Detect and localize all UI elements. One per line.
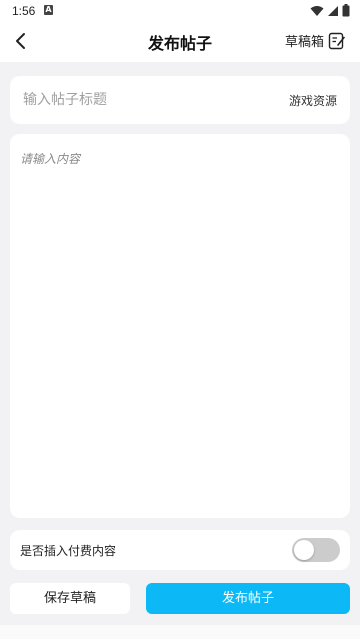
notification-icon: A [44, 5, 53, 15]
paid-content-label: 是否插入付费内容 [20, 544, 117, 558]
signal-icon [328, 5, 338, 16]
wifi-icon [310, 5, 324, 16]
battery-icon [342, 4, 350, 17]
content-card [10, 134, 350, 518]
paid-content-toggle[interactable] [292, 538, 340, 562]
drafts-button[interactable]: 草稿箱 [285, 31, 346, 50]
status-icons [310, 4, 350, 17]
save-draft-button[interactable]: 保存草稿 [10, 583, 130, 614]
post-content-input[interactable] [20, 150, 340, 505]
title-card: 游戏资源 [10, 76, 350, 124]
status-bar: 1:56 A [0, 0, 360, 22]
paid-content-row: 是否插入付费内容 [10, 530, 350, 570]
system-nav-bar [0, 625, 360, 639]
top-app-bar: 发布帖子 草稿箱 [0, 22, 360, 62]
status-time: 1:56 [12, 4, 36, 18]
edit-note-icon [328, 32, 345, 49]
game-resource-button[interactable]: 游戏资源 [289, 92, 337, 109]
publish-post-button[interactable]: 发布帖子 [146, 583, 350, 614]
toggle-knob [294, 540, 314, 560]
post-title-input[interactable] [23, 89, 263, 111]
drafts-label: 草稿箱 [284, 35, 324, 50]
